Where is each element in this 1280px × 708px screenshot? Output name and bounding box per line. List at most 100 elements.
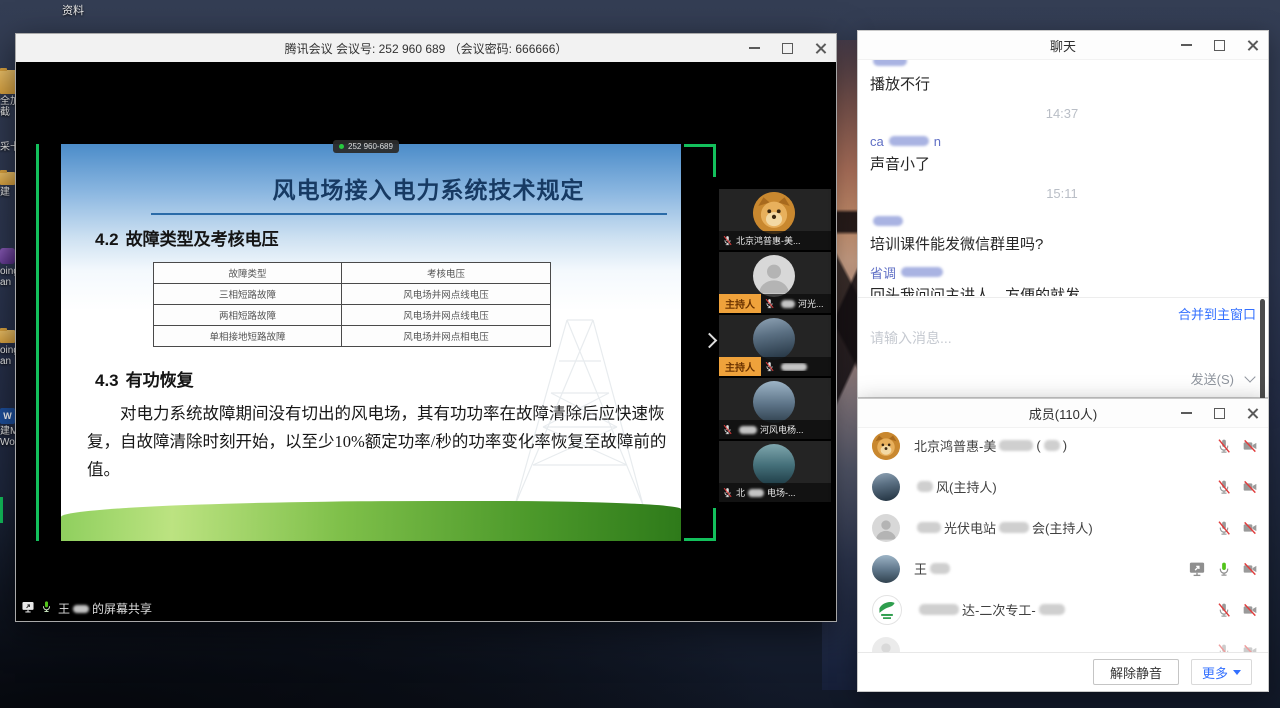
chat-sender: 省调	[870, 264, 1254, 280]
video-tile[interactable]: 主持人 河光...	[719, 252, 831, 313]
member-avatar	[872, 637, 900, 654]
tile-name-bar: 北电场-...	[719, 483, 831, 502]
meeting-body: 252 960-689 风电场接入电力系统技术规定 4.2故障类型及考核电压 故…	[16, 62, 836, 621]
slide-grass-footer	[61, 501, 681, 541]
screen-share-text: 王的屏幕共享	[58, 600, 152, 617]
share-frame-corner	[684, 144, 716, 147]
chat-input[interactable]: 请输入消息...	[870, 328, 1228, 384]
camera-off-icon	[1242, 438, 1258, 454]
chat-sender: can	[870, 133, 1254, 149]
member-avatar	[872, 432, 900, 460]
member-avatar	[872, 555, 900, 583]
maximize-icon[interactable]	[1214, 408, 1225, 419]
maximize-icon[interactable]	[782, 43, 793, 54]
close-icon[interactable]	[1247, 40, 1258, 51]
sharing-indicator-icon	[1188, 560, 1206, 578]
host-badge: 主持人	[719, 357, 761, 376]
member-row[interactable]: 北京鸿普惠-美()	[858, 425, 1268, 466]
redacted-text	[917, 481, 933, 492]
redacted-text	[1039, 604, 1065, 615]
redacted-text	[917, 522, 941, 533]
share-frame-corner	[684, 538, 716, 541]
word-icon: W	[0, 408, 15, 424]
video-tile[interactable]: 北电场-...	[719, 441, 831, 502]
chat-timestamp: 14:37	[870, 106, 1254, 121]
participant-avatar	[753, 192, 795, 234]
screen-share-banner: 王的屏幕共享	[21, 599, 152, 617]
chat-timestamp: 15:11	[870, 186, 1254, 201]
member-row[interactable]: 光伏电站会(主持人)	[858, 507, 1268, 548]
more-button[interactable]: 更多	[1191, 659, 1252, 685]
member-name: 北京鸿普惠-美()	[914, 436, 1216, 455]
unmute-button[interactable]: 解除静音	[1093, 659, 1179, 685]
member-row[interactable]: 风(主持人)	[858, 466, 1268, 507]
table-cell: 两相短路故障	[154, 305, 342, 326]
merge-to-main-link[interactable]: 合并到主窗口	[1178, 304, 1256, 323]
camera-off-icon	[1242, 602, 1258, 618]
members-title: 成员(110人)	[1029, 404, 1097, 423]
desktop-folder-label[interactable]: 资料	[62, 2, 84, 18]
tile-name-bar: 河风电杨...	[719, 420, 831, 439]
table-header: 考核电压	[341, 263, 550, 284]
redacted-text	[999, 522, 1029, 533]
member-row[interactable]: 达-二次专工-	[858, 589, 1268, 630]
meeting-titlebar[interactable]: 腾讯会议 会议号: 252 960 689 （会议密码: 666666）	[16, 34, 836, 62]
member-row[interactable]	[858, 630, 1268, 653]
host-badge: 主持人	[719, 294, 761, 313]
video-tile[interactable]: 北京鸿普惠-美...	[719, 189, 831, 250]
redacted-text	[781, 300, 795, 308]
minimize-icon[interactable]	[749, 47, 760, 49]
redacted-text	[999, 440, 1033, 451]
slide-section-4-3: 4.3有功恢复	[95, 366, 194, 391]
redacted-text	[873, 216, 903, 226]
chat-message: 声音小了	[870, 153, 1254, 174]
camera-off-icon	[1242, 479, 1258, 495]
recording-dot-icon	[339, 144, 344, 149]
participant-avatar	[753, 255, 795, 297]
maximize-icon[interactable]	[1214, 40, 1225, 51]
video-tile[interactable]: 河风电杨...	[719, 378, 831, 439]
transmission-tower-watermark	[475, 315, 675, 505]
tile-name-bar: 主持人 河光...	[719, 294, 831, 313]
muted-mic-icon	[722, 424, 733, 435]
send-button[interactable]: 发送(S)	[1191, 369, 1234, 388]
participant-name	[778, 363, 810, 371]
mic-muted-icon	[1216, 438, 1232, 454]
participant-avatar	[753, 318, 795, 360]
chat-window: 聊天 播放不行14:37can声音小了15:11培训课件能发微信群里吗?省调回头…	[857, 30, 1269, 398]
minimize-icon[interactable]	[1181, 412, 1192, 414]
participant-name: 河光...	[778, 297, 824, 310]
member-avatar	[872, 473, 900, 501]
share-frame-left	[36, 144, 39, 541]
mic-muted-icon	[1216, 602, 1232, 618]
minimize-icon[interactable]	[1181, 44, 1192, 46]
members-titlebar[interactable]: 成员(110人)	[858, 399, 1268, 428]
chevron-right-icon[interactable]	[702, 333, 718, 349]
table-header: 故障类型	[154, 263, 342, 284]
table-row: 三相短路故障风电场并网点线电压	[154, 284, 551, 305]
participant-name: 河风电杨...	[736, 423, 804, 436]
participant-name: 北京鸿普惠-美...	[736, 234, 801, 247]
redacted-text	[73, 605, 89, 613]
chat-message: 回头我问问主讲人，方便的就发	[870, 284, 1254, 296]
member-avatar	[872, 514, 900, 542]
shared-slide: 252 960-689 风电场接入电力系统技术规定 4.2故障类型及考核电压 故…	[61, 144, 681, 541]
muted-mic-icon	[764, 298, 775, 309]
folder-icon	[0, 330, 15, 343]
dropdown-triangle-icon	[1233, 670, 1241, 675]
redacted-text	[781, 363, 807, 371]
member-name: 达-二次专工-	[916, 600, 1216, 619]
share-border-sliver	[0, 497, 3, 523]
member-name: 光伏电站会(主持人)	[914, 518, 1216, 537]
close-icon[interactable]	[815, 43, 826, 54]
member-row[interactable]: 王	[858, 548, 1268, 589]
camera-off-icon	[1242, 520, 1258, 536]
send-options-chevron-icon[interactable]	[1244, 371, 1255, 382]
camera-off-icon	[1242, 561, 1258, 577]
video-tile[interactable]: 主持人	[719, 315, 831, 376]
close-icon[interactable]	[1247, 408, 1258, 419]
member-name: 王	[914, 559, 1188, 578]
chat-titlebar[interactable]: 聊天	[858, 31, 1268, 60]
redacted-text	[889, 136, 929, 146]
members-window: 成员(110人) 北京鸿普惠-美() 风(主持人) 光伏电站会(主持人) 王	[857, 398, 1269, 692]
